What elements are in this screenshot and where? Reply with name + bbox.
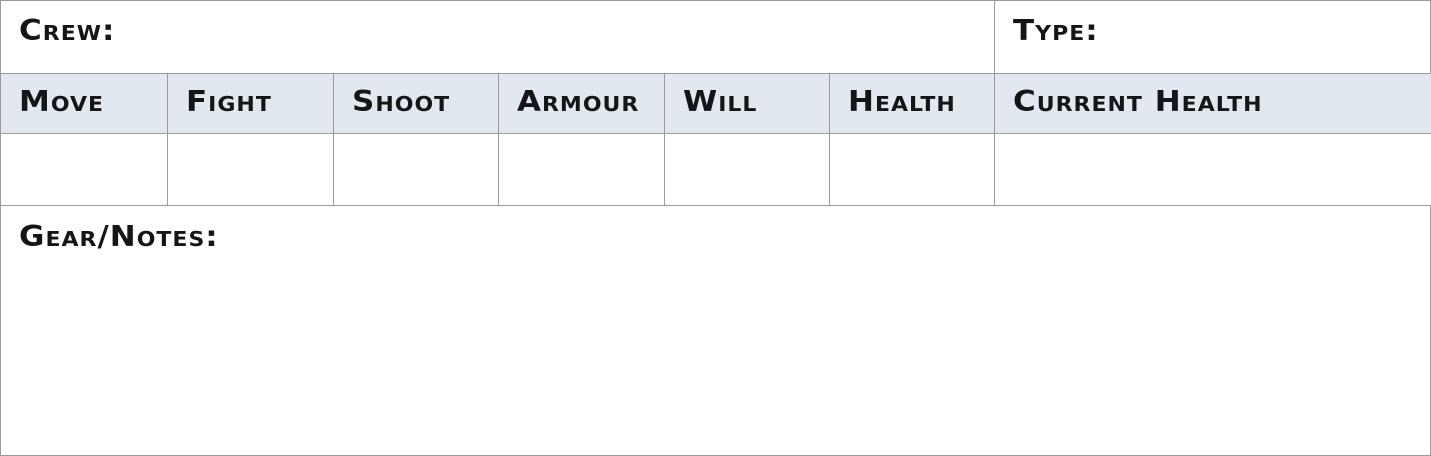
- stat-value-shoot[interactable]: [334, 134, 499, 206]
- type-field[interactable]: Type:: [995, 1, 1431, 74]
- stat-value-will[interactable]: [665, 134, 830, 206]
- crew-label: Crew:: [19, 14, 116, 48]
- stat-header-shoot: Shoot: [334, 74, 499, 134]
- stat-header-label: Health: [848, 85, 956, 119]
- stat-header-armour: Armour: [499, 74, 665, 134]
- stat-value-current-health[interactable]: [995, 134, 1431, 206]
- type-label: Type:: [1013, 14, 1099, 48]
- stat-header-current-health: Current Health: [995, 74, 1431, 134]
- stat-header-fight: Fight: [168, 74, 334, 134]
- stat-value-armour[interactable]: [499, 134, 665, 206]
- stat-header-label: Will: [683, 85, 758, 119]
- stat-header-will: Will: [665, 74, 830, 134]
- stat-header-label: Armour: [517, 85, 640, 119]
- crew-field[interactable]: Crew:: [1, 1, 995, 74]
- stat-header-label: Fight: [186, 85, 272, 119]
- stat-header-label: Shoot: [352, 85, 451, 119]
- stat-value-fight[interactable]: [168, 134, 334, 206]
- stat-header-label: Current Health: [1013, 85, 1263, 119]
- crew-stat-card: Crew: Type: Move Fight Shoot Armour Will…: [0, 0, 1431, 456]
- gear-notes-field[interactable]: Gear/Notes:: [1, 206, 1430, 455]
- gear-notes-label: Gear/Notes:: [19, 220, 219, 254]
- stat-header-label: Move: [19, 85, 105, 119]
- stat-value-health[interactable]: [830, 134, 995, 206]
- stat-header-health: Health: [830, 74, 995, 134]
- stat-header-move: Move: [1, 74, 168, 134]
- stat-value-move[interactable]: [1, 134, 168, 206]
